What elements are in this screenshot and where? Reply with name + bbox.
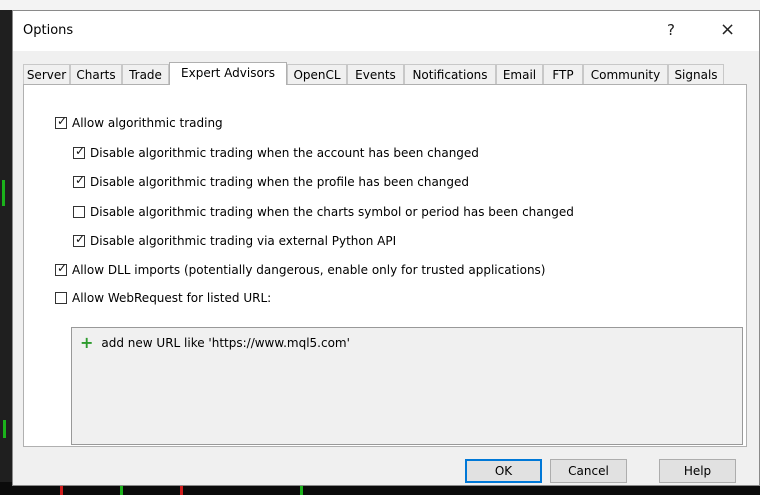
background-candle <box>300 486 303 495</box>
dialog-title: Options <box>23 23 74 38</box>
options-dialog: Options ? × Server Charts Trade Expert A… <box>12 10 760 486</box>
tab-opencl[interactable]: OpenCL <box>287 64 347 84</box>
url-list[interactable]: + add new URL like 'https://www.mql5.com… <box>71 327 743 445</box>
disable-on-symbol-change-option[interactable]: Disable algorithmic trading when the cha… <box>73 204 574 220</box>
checkmark-icon: ✓ <box>75 232 86 246</box>
add-url-row[interactable]: + add new URL like 'https://www.mql5.com… <box>80 333 350 352</box>
allow-dll-imports-checkbox[interactable]: ✓ <box>55 261 68 276</box>
tab-server[interactable]: Server <box>23 64 70 84</box>
background-candle <box>2 180 5 206</box>
help-button[interactable]: Help <box>659 459 736 483</box>
disable-on-account-change-option[interactable]: ✓ Disable algorithmic trading when the a… <box>73 144 479 161</box>
tab-email[interactable]: Email <box>496 64 543 84</box>
allow-algorithmic-trading-checkbox[interactable]: ✓ <box>55 114 68 129</box>
tab-trade[interactable]: Trade <box>122 64 169 84</box>
tab-events[interactable]: Events <box>347 64 404 84</box>
plus-icon: + <box>80 333 94 352</box>
cancel-button[interactable]: Cancel <box>550 459 627 483</box>
tab-charts[interactable]: Charts <box>70 64 122 84</box>
checkmark-icon: ✓ <box>75 144 86 158</box>
option-label: Allow algorithmic trading <box>72 116 223 130</box>
option-label: Disable algorithmic trading when the pro… <box>90 175 470 189</box>
option-label: Disable algorithmic trading when the cha… <box>90 205 574 219</box>
option-label: Disable algorithmic trading when the acc… <box>90 146 479 160</box>
background-top-edge <box>0 0 760 10</box>
close-icon[interactable]: × <box>720 19 735 40</box>
disable-via-python-option[interactable]: ✓ Disable algorithmic trading via extern… <box>73 232 397 249</box>
disable-via-python-checkbox[interactable]: ✓ <box>73 232 86 247</box>
background-candle <box>3 420 6 438</box>
ok-button[interactable]: OK <box>465 459 542 483</box>
tab-ftp[interactable]: FTP <box>543 64 583 84</box>
tab-community[interactable]: Community <box>583 64 668 84</box>
title-bar: Options ? × <box>13 11 759 51</box>
tab-expert-advisors[interactable]: Expert Advisors <box>169 62 287 85</box>
tab-notifications[interactable]: Notifications <box>404 64 496 84</box>
disable-on-profile-change-checkbox[interactable]: ✓ <box>73 173 86 188</box>
checkmark-icon: ✓ <box>57 261 68 275</box>
help-icon[interactable]: ? <box>667 21 675 39</box>
background-candle <box>180 486 183 495</box>
option-label: Disable algorithmic trading via external… <box>90 234 397 248</box>
background-candle <box>60 486 63 495</box>
allow-dll-imports-option[interactable]: ✓ Allow DLL imports (potentially dangero… <box>55 261 546 278</box>
option-label: Allow WebRequest for listed URL: <box>72 291 272 305</box>
option-label: Allow DLL imports (potentially dangerous… <box>72 263 546 277</box>
add-url-label: add new URL like 'https://www.mql5.com' <box>101 336 350 350</box>
background-candle <box>120 486 123 495</box>
tab-signals[interactable]: Signals <box>668 64 724 84</box>
allow-webrequest-option[interactable]: Allow WebRequest for listed URL: <box>55 290 271 306</box>
allow-webrequest-checkbox[interactable] <box>55 292 67 304</box>
allow-algorithmic-trading-option[interactable]: ✓ Allow algorithmic trading <box>55 114 223 131</box>
disable-on-profile-change-option[interactable]: ✓ Disable algorithmic trading when the p… <box>73 173 470 190</box>
disable-on-account-change-checkbox[interactable]: ✓ <box>73 144 86 159</box>
checkmark-icon: ✓ <box>75 173 86 187</box>
checkmark-icon: ✓ <box>57 114 68 128</box>
disable-on-symbol-change-checkbox[interactable] <box>73 206 85 218</box>
